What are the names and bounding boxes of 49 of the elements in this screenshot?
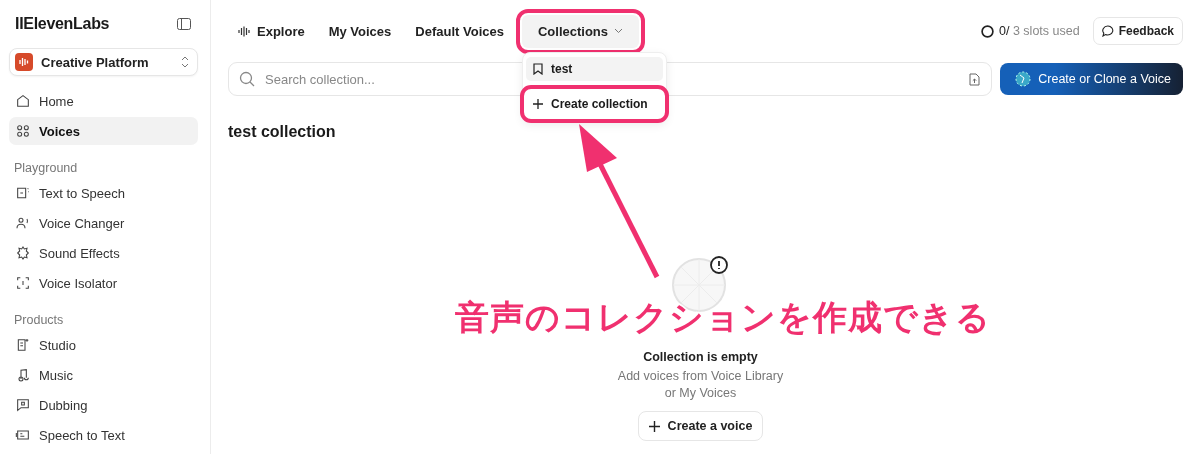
section-heading: Products xyxy=(13,312,65,329)
speech-bubble-icon xyxy=(1101,25,1114,37)
search-icon xyxy=(239,71,255,87)
workspace-selector[interactable]: Creative Platform xyxy=(9,48,198,76)
waveform-icon xyxy=(238,25,251,37)
nav-icon xyxy=(15,245,31,261)
nav-item[interactable]: Voice Changer xyxy=(9,209,198,237)
empty-state-title: Collection is empty xyxy=(643,350,758,364)
nav-icon xyxy=(15,215,31,231)
tab[interactable]: Default Voices xyxy=(405,15,514,47)
empty-state-description: Add voices from Voice Library or My Voices xyxy=(617,368,784,402)
section-heading: Playground xyxy=(13,160,79,177)
nav-icon xyxy=(15,93,31,109)
waveform-logo-icon xyxy=(15,53,33,71)
nav-item[interactable]: Voice Isolator xyxy=(9,269,198,297)
nav-item[interactable]: Dubbing xyxy=(9,391,198,419)
nav-icon xyxy=(15,367,31,383)
nav-item[interactable]: Studio xyxy=(9,331,198,359)
create-voice-button[interactable]: Create or Clone a Voice xyxy=(1000,63,1183,95)
annotation-caption: 音声のコレクションを作成できる xyxy=(455,296,991,339)
nav-icon xyxy=(15,123,31,139)
slots-counter: 0/ 3 slots used xyxy=(999,24,1080,38)
nav-item[interactable]: Home xyxy=(9,87,198,115)
nav-icon xyxy=(15,427,31,443)
file-upload-icon[interactable] xyxy=(969,73,981,86)
nav-item[interactable]: Text to Speech xyxy=(9,179,198,207)
nav-icon xyxy=(15,275,31,291)
tab[interactable]: Explore xyxy=(228,15,315,47)
create-voice-button[interactable]: Create a voice xyxy=(637,411,764,441)
feedback-button[interactable]: Feedback xyxy=(1092,17,1183,45)
brand-logo: IIElevenLabs xyxy=(15,15,110,33)
chevron-up-down-icon xyxy=(181,56,189,68)
nav-icon xyxy=(15,397,31,413)
nav-icon xyxy=(15,185,31,201)
chevron-down-icon xyxy=(614,28,623,34)
bookmark-icon xyxy=(533,63,543,75)
page-title: test collection xyxy=(228,123,337,141)
plus-icon xyxy=(648,420,660,432)
tab[interactable]: My Voices xyxy=(318,15,402,47)
nav-item[interactable]: Sound Effects xyxy=(9,239,198,267)
plus-icon xyxy=(533,99,543,109)
circle-icon xyxy=(981,24,994,38)
menu-item[interactable]: Create collection xyxy=(526,91,663,117)
nav-item[interactable]: Speech to Text xyxy=(9,421,198,449)
menu-item[interactable]: test xyxy=(526,57,663,81)
sidebar-toggle-icon[interactable] xyxy=(177,18,191,30)
nav-icon xyxy=(15,337,31,353)
nav-item[interactable]: Voices xyxy=(9,117,198,145)
nav-item[interactable]: Music xyxy=(9,361,198,389)
